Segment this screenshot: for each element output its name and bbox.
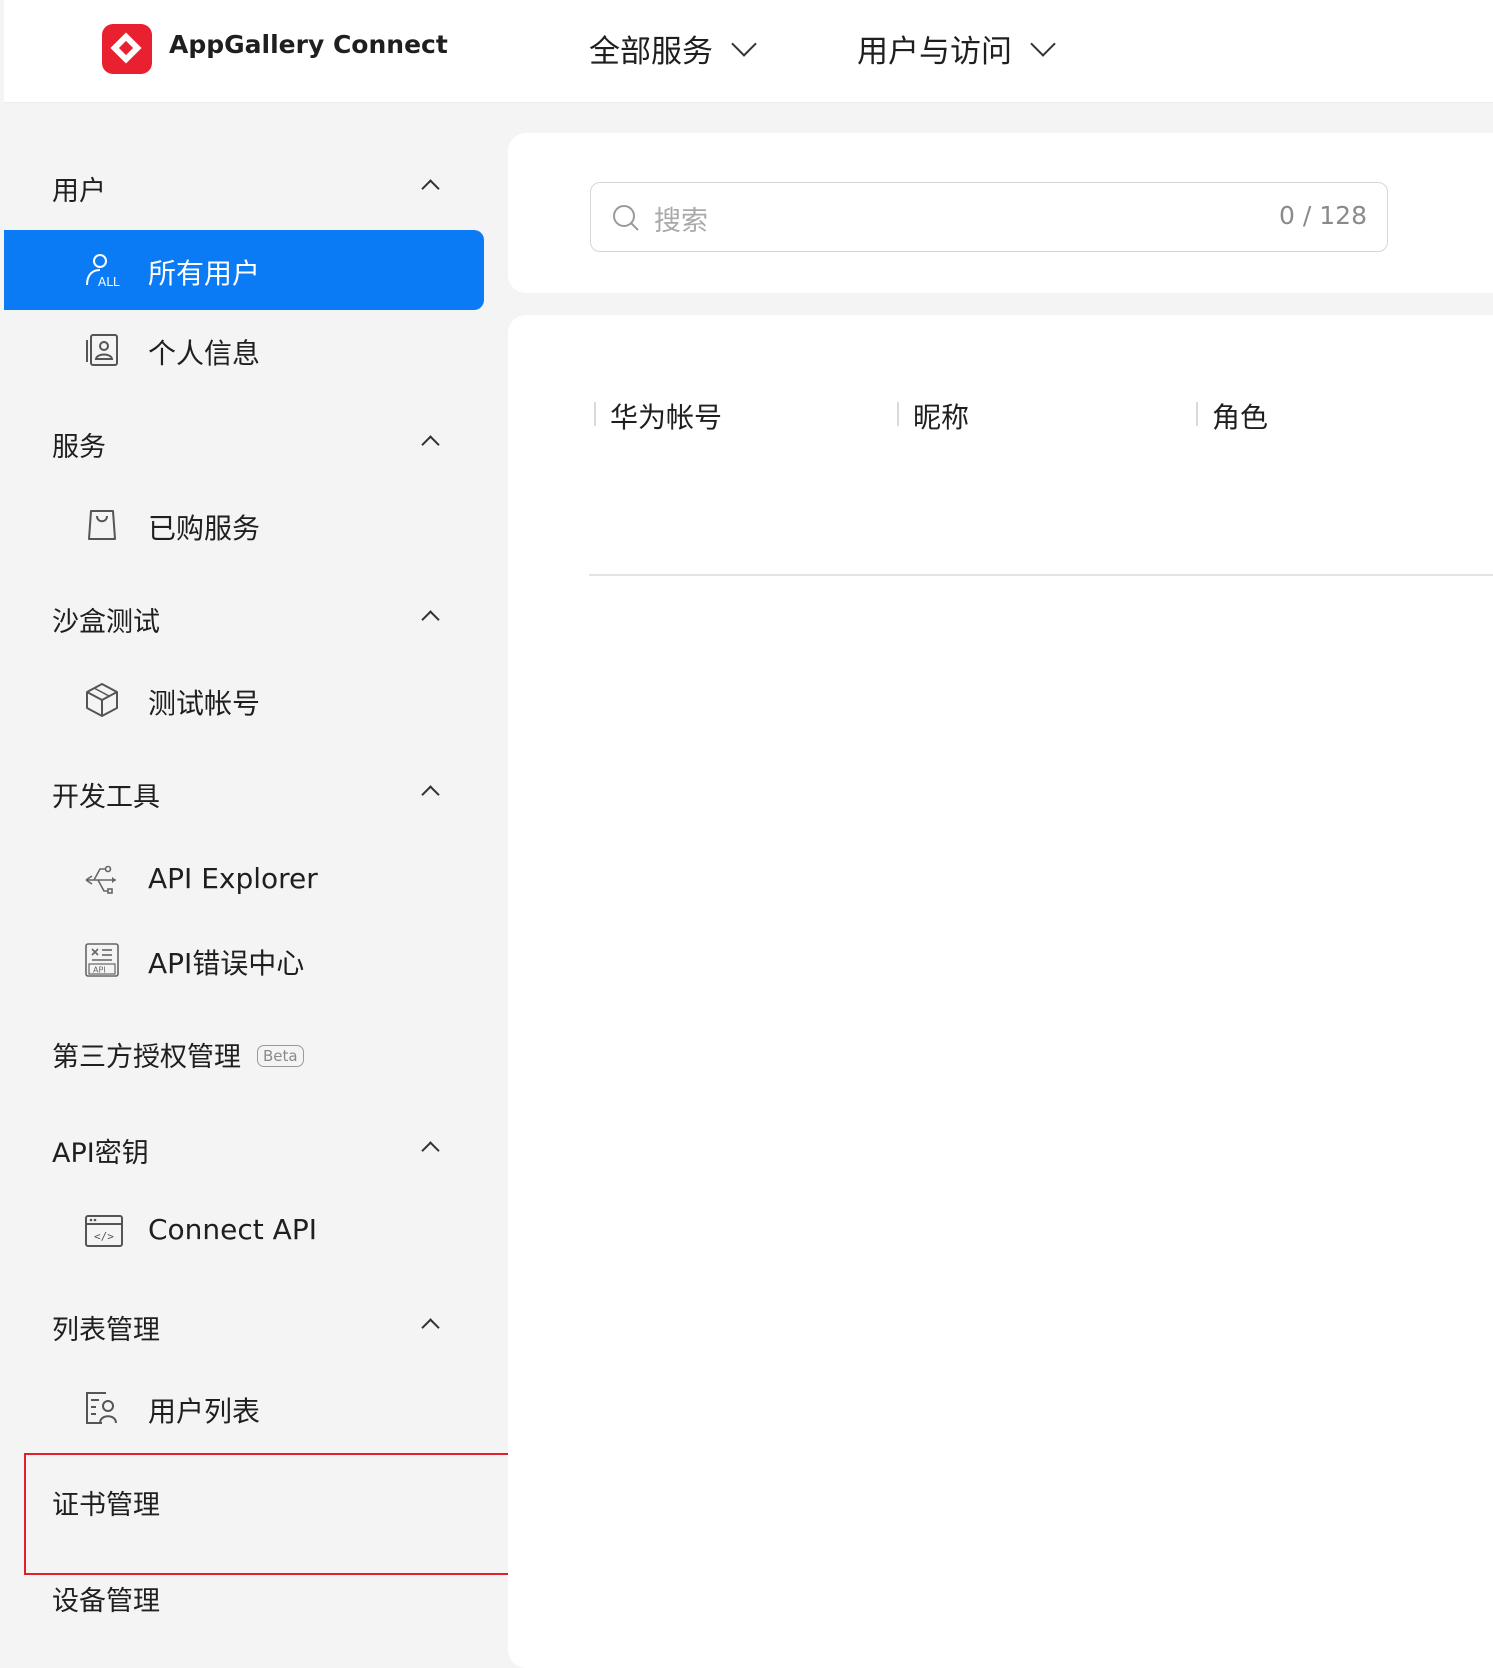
sidebar-item-api-error-center[interactable]: API API错误中心 <box>4 920 484 1000</box>
sidebar-item-user-list[interactable]: 用户列表 <box>4 1368 484 1448</box>
cube-icon <box>86 683 118 717</box>
sidebar-item-all-users[interactable]: ALL 所有用户 <box>4 230 484 310</box>
search-field[interactable]: 搜索 0 / 128 <box>590 182 1388 252</box>
svg-text:ALL: ALL <box>98 275 120 288</box>
column-separator <box>1196 402 1198 426</box>
chevron-up-icon[interactable] <box>421 435 440 454</box>
search-input[interactable]: 搜索 <box>654 199 708 238</box>
sidebar-group-third-party-auth[interactable]: 第三方授权管理 Beta <box>52 1035 304 1074</box>
sidebar-item-label: 用户列表 <box>148 1395 261 1428</box>
user-list-icon <box>86 1392 117 1424</box>
top-bar: AppGallery Connect 全部服务 用户与访问 <box>4 0 1493 103</box>
menu-all-services[interactable]: 全部服务 <box>589 26 757 71</box>
sidebar-group-sandbox[interactable]: 沙盒测试 <box>52 600 160 639</box>
sidebar-group-list-management[interactable]: 列表管理 <box>52 1308 160 1347</box>
all-users-icon: ALL <box>86 254 120 288</box>
api-error-icon: API <box>85 943 119 977</box>
chevron-down-icon <box>731 30 757 57</box>
menu-users-access-label: 用户与访问 <box>857 34 1012 70</box>
chevron-up-icon[interactable] <box>421 610 440 629</box>
sidebar-item-profile[interactable]: 个人信息 <box>4 310 484 390</box>
column-header-huawei-id[interactable]: 华为帐号 <box>610 396 722 436</box>
sidebar-group-label: 第三方授权管理 <box>52 1042 241 1073</box>
sidebar-item-test-accounts[interactable]: 测试帐号 <box>4 660 484 740</box>
beta-badge: Beta <box>257 1044 304 1067</box>
search-icon <box>613 205 639 231</box>
sidebar-item-label: API错误中心 <box>148 947 305 980</box>
chevron-up-icon[interactable] <box>421 1318 440 1337</box>
sidebar-item-label: 个人信息 <box>148 337 261 370</box>
highlight-box <box>24 1453 536 1575</box>
sidebar-item-label: API Explorer <box>148 862 318 895</box>
column-header-nickname[interactable]: 昵称 <box>913 396 969 436</box>
menu-users-access[interactable]: 用户与访问 <box>857 26 1056 71</box>
sidebar-item-purchased-services[interactable]: 已购服务 <box>4 485 484 565</box>
search-char-counter: 0 / 128 <box>1279 201 1367 230</box>
sidebar-item-api-explorer[interactable]: API Explorer <box>4 840 484 920</box>
sidebar: 用户 ALL 所有用户 个人信息 服务 已购服务 沙盒测试 测试帐号 开发工具 … <box>4 103 508 1668</box>
table-header-divider <box>589 574 1493 576</box>
usb-icon <box>85 865 116 894</box>
sidebar-item-label: 所有用户 <box>148 257 261 290</box>
brand-name[interactable]: AppGallery Connect <box>169 30 448 59</box>
sidebar-item-label: 测试帐号 <box>148 687 261 720</box>
svg-text:</>: </> <box>94 1230 114 1243</box>
shopping-bag-icon <box>88 510 116 540</box>
chevron-down-icon <box>1030 30 1056 57</box>
code-window-icon: </> <box>85 1215 123 1247</box>
chevron-up-icon[interactable] <box>421 179 440 198</box>
profile-icon <box>86 334 118 366</box>
sidebar-group-device-management[interactable]: 设备管理 <box>52 1579 160 1618</box>
table-card <box>508 315 1493 1668</box>
sidebar-group-dev-tools[interactable]: 开发工具 <box>52 775 160 814</box>
sidebar-item-connect-api[interactable]: </> Connect API <box>4 1191 484 1271</box>
appgallery-logo-icon[interactable] <box>102 24 152 74</box>
column-header-role[interactable]: 角色 <box>1212 396 1268 436</box>
column-separator <box>897 402 899 426</box>
sidebar-group-services[interactable]: 服务 <box>52 425 106 464</box>
sidebar-group-api-keys[interactable]: API密钥 <box>52 1131 149 1170</box>
menu-all-services-label: 全部服务 <box>589 34 713 70</box>
column-separator <box>594 402 596 426</box>
sidebar-item-label: Connect API <box>148 1213 317 1246</box>
chevron-up-icon[interactable] <box>421 785 440 804</box>
sidebar-item-label: 已购服务 <box>148 512 261 545</box>
svg-text:API: API <box>93 966 106 975</box>
chevron-up-icon[interactable] <box>421 1141 440 1160</box>
sidebar-group-users[interactable]: 用户 <box>52 169 106 208</box>
